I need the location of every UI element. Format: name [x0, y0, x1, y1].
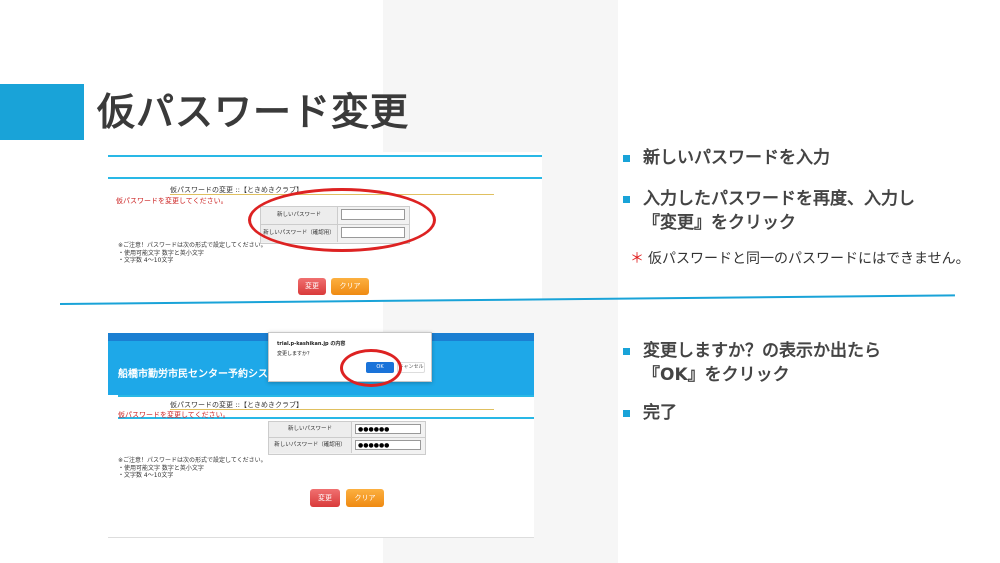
banner-title: 船橋市勤労市民センター予約システム — [118, 369, 288, 380]
password-label: 新しいパスワード — [269, 422, 352, 437]
bullet-text: 完了 — [643, 403, 677, 423]
note-line: ・使用可能文字 数字と英小文字 — [118, 464, 204, 472]
change-button[interactable]: 変更 — [310, 489, 340, 507]
note-line: ※ご注意！パスワードは次の形式で設定してください。 — [118, 457, 267, 464]
note-line: ・文字数 4〜10文字 — [118, 472, 174, 479]
bullet-square-icon — [623, 155, 630, 162]
bullet-item: 入力したパスワードを再度、入力し 『変更』をクリック — [623, 187, 915, 235]
highlight-ellipse — [248, 188, 436, 252]
warning-text: 仮パスワードを変更してください。 — [116, 197, 228, 205]
note-line: ※ご注意！パスワードは次の形式で設定してください。 — [118, 242, 267, 249]
bottom-rule — [108, 537, 534, 538]
note-text: 仮パスワードと同一のパスワードにはできません。 — [648, 251, 970, 267]
bullet-text: 『変更』をクリック — [643, 213, 796, 233]
password-row: 新しいパスワード ●●●●●● — [269, 422, 425, 438]
password-notes: ※ご注意！パスワードは次の形式で設定してください。 ・使用可能文字 数字と英小文… — [118, 242, 267, 265]
caution-note: ＊仮パスワードと同一のパスワードにはできません。 — [630, 248, 970, 270]
note-line: ・文字数 4〜10文字 — [118, 257, 174, 264]
dialog-title: trial.p-kashikan.jp の内容 — [277, 341, 346, 347]
confirm-password-input[interactable]: ●●●●●● — [355, 440, 421, 450]
top-rule — [108, 155, 542, 157]
warning-text: 仮パスワードを変更してください。 — [118, 411, 230, 419]
bullet-text: 新しいパスワードを入力 — [643, 148, 830, 168]
bullet-item: 新しいパスワードを入力 — [623, 146, 830, 170]
note-line: ・使用可能文字 数字と英小文字 — [118, 249, 204, 257]
password-confirm-row: 新しいパスワード（確認用） ●●●●●● — [269, 438, 425, 453]
bullet-text: 『OK』をクリック — [643, 365, 790, 385]
bullet-text: 変更しますか？の表示か出たら — [643, 341, 881, 361]
banner-rule — [118, 395, 534, 397]
change-button[interactable]: 変更 — [298, 278, 326, 295]
slide-title: 仮パスワード変更 — [97, 90, 410, 134]
password-confirm-label: 新しいパスワード（確認用） — [269, 438, 352, 453]
highlight-ellipse — [340, 349, 402, 387]
bullet-square-icon — [623, 348, 630, 355]
clear-button[interactable]: クリア — [346, 489, 384, 507]
bullet-text: 入力したパスワードを再度、入力し — [643, 189, 915, 209]
bullet-square-icon — [623, 196, 630, 203]
title-accent-block — [0, 84, 84, 140]
bullet-item: 完了 — [623, 401, 677, 425]
dialog-message: 変更しますか？ — [277, 351, 313, 357]
new-password-input[interactable]: ●●●●●● — [355, 424, 421, 434]
bullet-square-icon — [623, 410, 630, 417]
asterisk-icon: ＊ — [630, 251, 644, 267]
header-rule — [108, 177, 542, 179]
password-table: 新しいパスワード ●●●●●● 新しいパスワード（確認用） ●●●●●● — [268, 421, 426, 455]
bullet-item: 変更しますか？の表示か出たら 『OK』をクリック — [623, 339, 881, 387]
password-notes: ※ご注意！パスワードは次の形式で設定してください。 ・使用可能文字 数字と英小文… — [118, 457, 267, 480]
clear-button[interactable]: クリア — [331, 278, 369, 295]
